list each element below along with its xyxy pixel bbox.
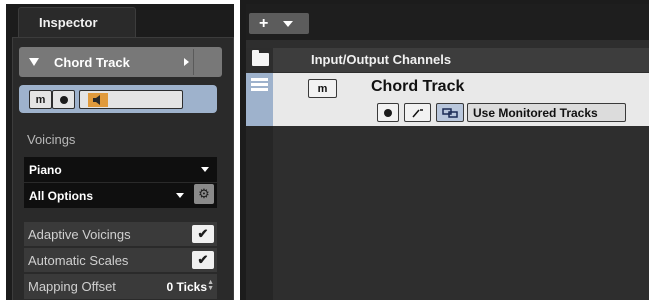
caret-down-icon — [201, 167, 209, 172]
voicing-preset-value: Piano — [29, 162, 62, 177]
voicing-preset-dropdown[interactable]: Piano — [24, 157, 217, 182]
inspector-control-strip: m — [19, 85, 217, 113]
caret-down-icon — [176, 193, 184, 198]
inspector-tab-label: Inspector — [39, 15, 98, 30]
mute-button[interactable]: m — [29, 90, 52, 109]
option-automatic-scales: Automatic Scales ✔ — [24, 248, 217, 273]
option-label: Adaptive Voicings — [28, 226, 131, 242]
record-enable-button[interactable] — [52, 90, 75, 109]
auto-link-icon — [411, 108, 423, 117]
track-strip-empty — [246, 126, 273, 300]
inspector-tab[interactable]: Inspector — [18, 7, 136, 37]
option-label: Mapping Offset — [28, 279, 116, 294]
auto-fade-button[interactable] — [404, 103, 431, 122]
inspector-track-name: Chord Track — [54, 54, 130, 70]
spinner-icon[interactable]: ▲ ▼ — [207, 279, 214, 292]
automatic-scales-checkbox[interactable]: ✔ — [192, 251, 214, 269]
mute-label: m — [35, 93, 46, 106]
speaker-icon — [88, 92, 108, 107]
option-mapping-offset: Mapping Offset 0 Ticks ▲ ▼ — [24, 274, 217, 300]
checkmark-icon: ✔ — [197, 252, 209, 267]
option-label: Automatic Scales — [28, 252, 129, 268]
monitor-button[interactable] — [79, 90, 183, 109]
triangle-down-icon[interactable] — [29, 58, 39, 66]
record-icon — [384, 108, 392, 117]
record-icon — [59, 95, 68, 104]
adaptive-voicings-checkbox[interactable]: ✔ — [192, 225, 214, 243]
mute-button[interactable]: m — [308, 79, 337, 98]
mapping-offset-value[interactable]: 0 Ticks — [167, 280, 207, 294]
chord-track-name: Chord Track — [371, 78, 465, 95]
header-divider — [193, 49, 194, 75]
voicings-heading: Voicings — [27, 132, 76, 147]
chord-track-icon — [251, 78, 268, 93]
mute-label: m — [317, 82, 328, 95]
voicing-settings-button[interactable]: ⚙ — [194, 184, 214, 204]
track-link-button[interactable] — [436, 103, 464, 122]
triangle-down-icon — [283, 20, 294, 27]
folder-icon — [252, 50, 269, 66]
folder-track-name: Input/Output Channels — [311, 52, 452, 67]
inspector-track-header[interactable]: Chord Track — [19, 47, 222, 77]
gear-icon: ⚙ — [198, 186, 210, 201]
voicing-options-dropdown[interactable]: All Options — [24, 183, 217, 208]
record-enable-button[interactable] — [377, 103, 399, 122]
voicing-options-value: All Options — [29, 188, 93, 203]
link-icon — [442, 107, 458, 118]
checkmark-icon: ✔ — [197, 226, 209, 241]
chevron-right-icon[interactable] — [184, 58, 189, 66]
option-adaptive-voicings: Adaptive Voicings ✔ — [24, 222, 217, 247]
use-monitored-tracks-label: Use Monitored Tracks — [473, 105, 598, 120]
use-monitored-tracks-button[interactable]: Use Monitored Tracks — [467, 103, 626, 122]
add-track-button[interactable]: + — [249, 13, 309, 34]
add-track-label: + — [259, 14, 269, 32]
